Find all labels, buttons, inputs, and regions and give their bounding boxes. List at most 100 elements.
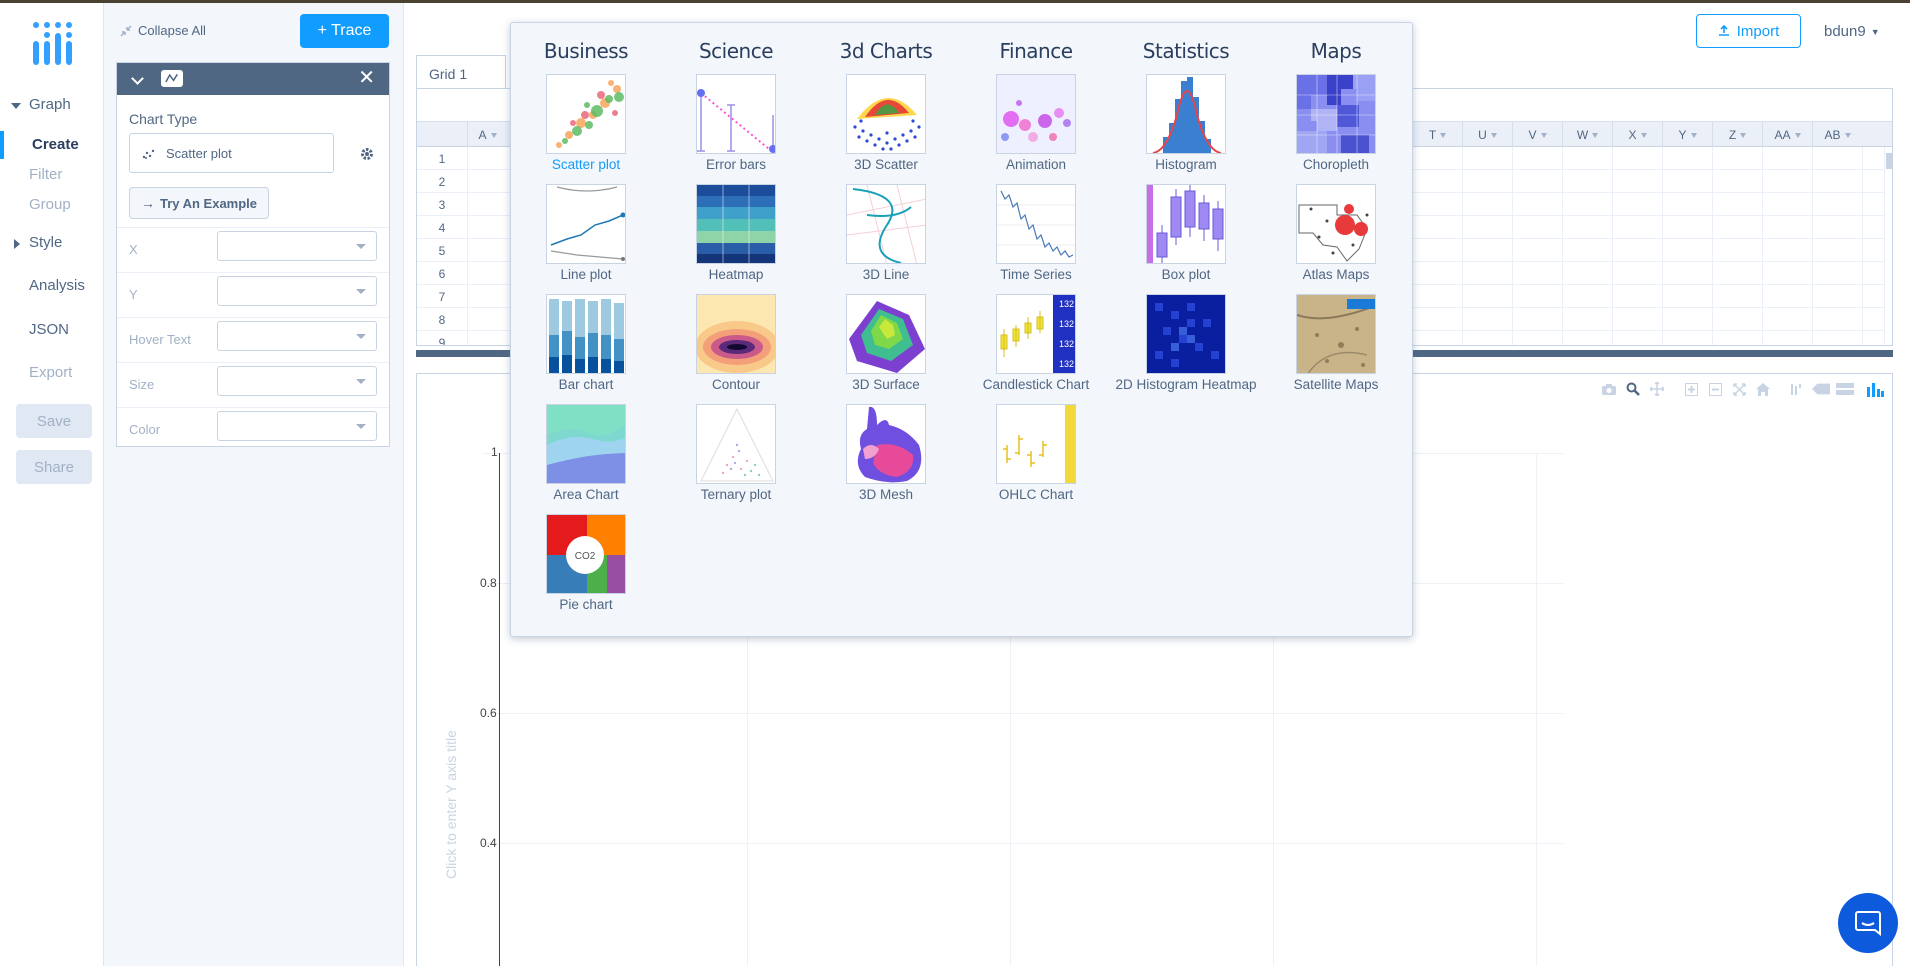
grid-line xyxy=(1462,147,1463,345)
grid-vertical-scrollbar[interactable] xyxy=(1884,147,1892,345)
column-label: Y xyxy=(1678,128,1687,142)
chart-type-label: 3D Surface xyxy=(852,377,920,392)
chart-type-atlas-maps[interactable]: Atlas Maps xyxy=(1261,184,1411,292)
chart-type-time-series[interactable]: Time Series xyxy=(961,184,1111,292)
pie-chart-thumbnail: CO2 xyxy=(546,514,626,594)
share-button[interactable]: Share xyxy=(16,450,92,484)
chart-type-line-plot[interactable]: Line plot xyxy=(511,184,661,292)
2d-histogram-heatmap-thumbnail xyxy=(1146,294,1226,374)
size-field-select[interactable] xyxy=(217,366,377,396)
nav-graph[interactable]: Graph xyxy=(29,96,71,113)
chart-type-error-bars[interactable]: Error bars xyxy=(661,74,811,182)
color-field-select[interactable] xyxy=(217,411,377,441)
nav-create[interactable]: Create xyxy=(32,136,79,153)
chart-type-histogram[interactable]: Histogram xyxy=(1111,74,1261,182)
x-field-select[interactable] xyxy=(217,231,377,261)
column-label: Z xyxy=(1728,128,1737,142)
chart-type-3d-surface[interactable]: 3D Surface xyxy=(811,294,961,402)
camera-icon[interactable] xyxy=(1600,380,1618,398)
nav-export[interactable]: Export xyxy=(29,364,72,381)
column-header-ab[interactable]: AB xyxy=(1812,122,1862,148)
hover-compare-icon[interactable] xyxy=(1836,380,1854,398)
chart-type-box-plot[interactable]: Box plot xyxy=(1111,184,1261,292)
collapse-all-button[interactable]: Collapse All xyxy=(120,23,206,38)
nav-style[interactable]: Style xyxy=(29,234,62,251)
scrollbar-thumb[interactable] xyxy=(1886,153,1892,169)
chart-type-bar-chart[interactable]: Bar chart xyxy=(511,294,661,402)
collapse-icon xyxy=(120,24,132,37)
column-header-v[interactable]: V xyxy=(1512,122,1562,148)
try-example-button[interactable]: → Try An Example xyxy=(129,187,269,219)
autoscale-icon[interactable] xyxy=(1730,380,1748,398)
user-menu[interactable]: bdun9 ▼ xyxy=(1824,23,1880,40)
x-field-label: X xyxy=(129,242,138,257)
chart-type-area-chart[interactable]: Area Chart xyxy=(511,404,661,512)
app-logo[interactable] xyxy=(30,21,76,67)
home-icon[interactable] xyxy=(1754,380,1772,398)
chart-type-candlestick-chart[interactable]: 132 132 132 132 Candlestick Chart xyxy=(961,294,1111,402)
plotly-logo-icon[interactable] xyxy=(1866,380,1884,398)
chart-type-label: Choropleth xyxy=(1302,157,1370,172)
chart-type-animation[interactable]: Animation xyxy=(961,74,1111,182)
spike-lines-icon[interactable] xyxy=(1788,380,1806,398)
chart-type-3d-mesh[interactable]: 3D Mesh xyxy=(811,404,961,512)
pan-icon[interactable] xyxy=(1648,380,1666,398)
chart-type-label: Heatmap xyxy=(708,267,764,282)
nav-json[interactable]: JSON xyxy=(29,321,69,338)
zoom-icon[interactable] xyxy=(1624,380,1642,398)
chart-type-label: Ternary plot xyxy=(700,487,772,502)
tab-grid-1[interactable]: Grid 1 xyxy=(416,55,506,89)
chart-type-3d-scatter[interactable]: 3D Scatter xyxy=(811,74,961,182)
chart-type-heatmap[interactable]: Heatmap xyxy=(661,184,811,292)
y-field-select[interactable] xyxy=(217,276,377,306)
chart-type-label: Animation xyxy=(1005,157,1067,172)
chart-type-3d-line[interactable]: 3D Line xyxy=(811,184,961,292)
column-header-u[interactable]: U xyxy=(1462,122,1512,148)
column-header-y[interactable]: Y xyxy=(1662,122,1712,148)
chart-type-select[interactable]: Scatter plot xyxy=(129,133,334,173)
column-header-z[interactable]: Z xyxy=(1712,122,1762,148)
column-header-x[interactable]: X xyxy=(1612,122,1662,148)
chevron-down-icon xyxy=(356,424,366,429)
chart-type-label: Error bars xyxy=(705,157,766,172)
animation-thumbnail xyxy=(996,74,1076,154)
column-label: U xyxy=(1478,128,1487,142)
chart-type-choropleth[interactable]: Choropleth xyxy=(1261,74,1411,182)
chart-type-label: 2D Histogram Heatmap xyxy=(1115,377,1257,392)
column-header-aa[interactable]: AA xyxy=(1762,122,1812,148)
y-axis-title[interactable]: Click to enter Y axis title xyxy=(443,730,459,879)
hover-closest-icon[interactable] xyxy=(1812,380,1830,398)
column-header-t[interactable]: T xyxy=(1412,122,1462,148)
nav-group[interactable]: Group xyxy=(29,196,71,213)
chart-type-ternary-plot[interactable]: Ternary plot xyxy=(661,404,811,512)
import-button[interactable]: Import xyxy=(1696,14,1801,48)
row-number: 2 xyxy=(438,175,446,189)
chart-type-label: Atlas Maps xyxy=(1302,267,1370,282)
hover-text-field-select[interactable] xyxy=(217,321,377,351)
nav-analysis[interactable]: Analysis xyxy=(29,277,85,294)
column-header-a[interactable]: A xyxy=(467,122,507,148)
add-trace-button[interactable]: + Trace xyxy=(300,14,389,48)
chart-type-pie-chart[interactable]: CO2 Pie chart xyxy=(511,514,661,622)
zoom-in-icon[interactable] xyxy=(1682,380,1700,398)
chart-type-contour[interactable]: Contour xyxy=(661,294,811,402)
column-header-w[interactable]: W xyxy=(1562,122,1612,148)
chevron-down-icon[interactable] xyxy=(131,72,144,85)
chat-support-button[interactable] xyxy=(1838,893,1898,953)
chart-type-ohlc-chart[interactable]: OHLC Chart xyxy=(961,404,1111,512)
gear-icon[interactable] xyxy=(360,147,374,161)
contour-thumbnail xyxy=(696,294,776,374)
chart-type-scatter-plot[interactable]: Scatter plot xyxy=(511,74,661,182)
chart-type-label: Histogram xyxy=(1155,157,1217,172)
collapse-all-label: Collapse All xyxy=(138,23,206,38)
save-button[interactable]: Save xyxy=(16,404,92,438)
error-bars-thumbnail xyxy=(696,74,776,154)
zoom-out-icon[interactable] xyxy=(1706,380,1724,398)
chart-type-satellite-maps[interactable]: Satellite Maps xyxy=(1261,294,1411,402)
trace-card-header[interactable]: ✕ xyxy=(117,63,389,95)
chart-type-2d-histogram-heatmap[interactable]: 2D Histogram Heatmap xyxy=(1111,294,1261,402)
atlas-maps-thumbnail xyxy=(1296,184,1376,264)
column-menu-icon xyxy=(1540,132,1547,138)
close-icon[interactable]: ✕ xyxy=(358,67,375,89)
nav-filter[interactable]: Filter xyxy=(29,166,62,183)
